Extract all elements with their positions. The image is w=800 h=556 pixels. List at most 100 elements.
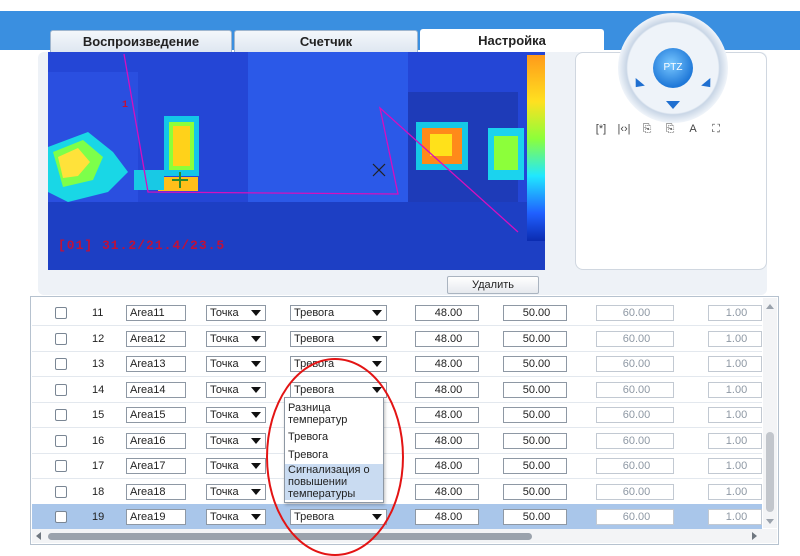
temp-threshold-3-input[interactable]: 60.00 — [596, 356, 674, 372]
temp-threshold-3-input[interactable]: 60.00 — [596, 483, 674, 500]
area-type-select[interactable]: Точка — [206, 330, 266, 347]
area-type-select[interactable]: Точка — [206, 432, 266, 449]
tab-counter[interactable]: Счетчик — [234, 30, 418, 52]
focus-near-icon[interactable]: ⎘ — [640, 123, 654, 136]
zoom-out-icon[interactable]: |‹›| — [617, 123, 631, 136]
temp-threshold-3-input[interactable]: 60.00 — [596, 509, 674, 525]
area-type-select[interactable]: Точка — [206, 305, 266, 321]
emissivity-input[interactable]: 1.00 — [708, 432, 762, 449]
tab-settings[interactable]: Настройка — [420, 29, 604, 54]
temp-threshold-3-input[interactable]: 60.00 — [596, 432, 674, 449]
scroll-left-icon[interactable] — [36, 532, 41, 540]
temp-threshold-2-input[interactable]: 50.00 — [503, 432, 567, 449]
alarm-type-select[interactable]: Тревога — [290, 509, 387, 525]
auto-focus-icon[interactable]: A — [686, 123, 700, 136]
temp-threshold-1-input[interactable]: 48.00 — [415, 458, 479, 474]
temp-threshold-1-input[interactable]: 48.00 — [415, 407, 479, 423]
table-row[interactable]: 11 Area11 Точка Тревога 48.00 50.00 60.00 1.00 — [32, 300, 762, 326]
temp-threshold-1-input[interactable]: 48.00 — [415, 305, 479, 321]
row-checkbox[interactable] — [55, 511, 67, 523]
temp-threshold-3-input[interactable]: 60.00 — [596, 407, 674, 423]
temp-threshold-1-input[interactable]: 48.00 — [415, 432, 479, 449]
temp-threshold-2-input[interactable]: 50.00 — [503, 407, 567, 423]
emissivity-input[interactable]: 1.00 — [708, 330, 762, 347]
area-name-input[interactable]: Area11 — [126, 305, 186, 321]
temp-threshold-2-input[interactable]: 50.00 — [503, 356, 567, 372]
area-type-select[interactable]: Точка — [206, 458, 266, 474]
thermal-video-view[interactable]: 1 [01] 31.2/21.4/23.5 — [48, 52, 545, 270]
horizontal-scrollbar[interactable] — [32, 529, 777, 543]
temp-threshold-2-input[interactable]: 50.00 — [503, 381, 567, 398]
row-checkbox[interactable] — [55, 332, 67, 345]
temp-threshold-1-input[interactable]: 48.00 — [415, 381, 479, 398]
table-row[interactable]: 12 Area12 Точка Тревога 48.00 50.00 60.00 1.00 — [32, 326, 762, 352]
table-row[interactable]: 19 Area19 Точка Тревога 48.00 50.00 60.00 1.00 — [32, 504, 762, 530]
area-type-select[interactable]: Точка — [206, 407, 266, 423]
emissivity-input[interactable]: 1.00 — [708, 305, 762, 321]
row-checkbox[interactable] — [55, 485, 67, 498]
table-row[interactable]: 16 Area16 Точка 48.00 50.00 60.00 1.00 — [32, 428, 762, 454]
table-row[interactable]: 18 Area18 Точка 48.00 50.00 60.00 1.00 — [32, 479, 762, 505]
zoom-in-icon[interactable]: [*] — [594, 123, 608, 136]
area-name-input[interactable]: Area16 — [126, 432, 186, 449]
scroll-right-icon[interactable] — [752, 532, 757, 540]
area-name-input[interactable]: Area17 — [126, 458, 186, 474]
row-checkbox[interactable] — [55, 460, 67, 472]
row-checkbox[interactable] — [55, 409, 67, 421]
area-name-input[interactable]: Area19 — [126, 509, 186, 525]
area-type-select[interactable]: Точка — [206, 381, 266, 398]
scroll-down-icon[interactable] — [766, 519, 774, 524]
area-name-input[interactable]: Area15 — [126, 407, 186, 423]
temp-threshold-3-input[interactable]: 60.00 — [596, 305, 674, 321]
area-name-input[interactable]: Area14 — [126, 381, 186, 398]
temp-threshold-2-input[interactable]: 50.00 — [503, 509, 567, 525]
emissivity-input[interactable]: 1.00 — [708, 381, 762, 398]
dropdown-option-highlighted[interactable]: Сигнализация о повышении температуры — [285, 464, 383, 500]
ptz-down-right-arrow-icon[interactable] — [701, 77, 715, 92]
area-name-input[interactable]: Area13 — [126, 356, 186, 372]
temp-threshold-1-input[interactable]: 48.00 — [415, 356, 479, 372]
emissivity-input[interactable]: 1.00 — [708, 356, 762, 372]
area-type-select[interactable]: Точка — [206, 509, 266, 525]
ptz-down-arrow-icon[interactable] — [666, 101, 680, 109]
scroll-up-icon[interactable] — [766, 304, 774, 309]
temp-threshold-1-input[interactable]: 48.00 — [415, 509, 479, 525]
temp-threshold-2-input[interactable]: 50.00 — [503, 483, 567, 500]
ptz-wheel[interactable]: PTZ — [618, 13, 728, 123]
emissivity-input[interactable]: 1.00 — [708, 483, 762, 500]
temp-threshold-2-input[interactable]: 50.00 — [503, 330, 567, 347]
delete-button[interactable]: Удалить — [447, 276, 539, 294]
focus-far-icon[interactable]: ⎘ — [663, 123, 677, 136]
dropdown-option[interactable]: Тревога — [285, 449, 383, 461]
temp-threshold-2-input[interactable]: 50.00 — [503, 305, 567, 321]
ptz-down-left-arrow-icon[interactable] — [631, 77, 645, 92]
table-row[interactable]: 14 Area14 Точка Тревога 48.00 50.00 60.00 1.00 — [32, 377, 762, 403]
area-name-input[interactable]: Area18 — [126, 483, 186, 500]
area-type-select[interactable]: Точка — [206, 356, 266, 372]
row-checkbox[interactable] — [55, 358, 67, 370]
area-name-input[interactable]: Area12 — [126, 330, 186, 347]
dropdown-option[interactable]: Тревога — [285, 431, 383, 443]
temp-threshold-3-input[interactable]: 60.00 — [596, 458, 674, 474]
iris-icon[interactable]: ⛶ — [709, 123, 723, 136]
temp-threshold-3-input[interactable]: 60.00 — [596, 381, 674, 398]
ptz-center-button[interactable]: PTZ — [653, 48, 693, 88]
alarm-type-select[interactable]: Тревога — [290, 305, 387, 321]
table-row[interactable]: 15 Area15 Точка 48.00 50.00 60.00 1.00 — [32, 402, 762, 428]
dropdown-option[interactable]: Разница температур — [285, 402, 383, 426]
horizontal-scroll-thumb[interactable] — [48, 533, 532, 540]
emissivity-input[interactable]: 1.00 — [708, 458, 762, 474]
row-checkbox[interactable] — [55, 383, 67, 396]
emissivity-input[interactable]: 1.00 — [708, 509, 762, 525]
alarm-type-select[interactable]: Тревога — [290, 381, 387, 398]
vertical-scroll-thumb[interactable] — [766, 432, 774, 512]
row-checkbox[interactable] — [55, 434, 67, 447]
alarm-type-select[interactable]: Тревога — [290, 330, 387, 347]
emissivity-input[interactable]: 1.00 — [708, 407, 762, 423]
vertical-scrollbar[interactable] — [763, 298, 777, 528]
table-row[interactable]: 17 Area17 Точка 48.00 50.00 60.00 1.00 — [32, 453, 762, 479]
row-checkbox[interactable] — [55, 307, 67, 319]
area-type-select[interactable]: Точка — [206, 483, 266, 500]
temp-threshold-2-input[interactable]: 50.00 — [503, 458, 567, 474]
temp-threshold-3-input[interactable]: 60.00 — [596, 330, 674, 347]
